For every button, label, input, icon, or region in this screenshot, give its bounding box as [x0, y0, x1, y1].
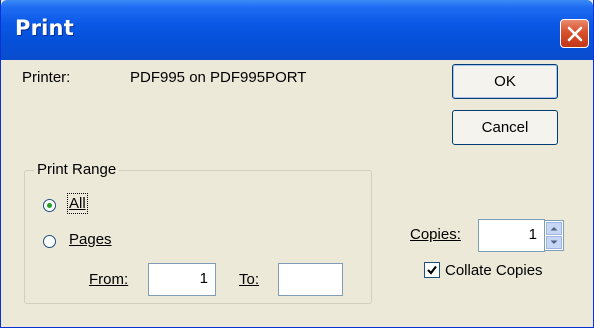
- to-label: To:: [239, 271, 259, 288]
- print-range-title: Print Range: [34, 161, 120, 178]
- title-bar[interactable]: Print: [1, 0, 593, 60]
- cancel-button-label: Cancel: [481, 119, 529, 136]
- to-input[interactable]: [278, 263, 343, 296]
- arrow-down-icon: [550, 240, 558, 244]
- copies-spinner[interactable]: [544, 220, 564, 251]
- from-label: From:: [89, 271, 128, 288]
- print-dialog: Print Printer: PDF995 on PDF995PORT OK C…: [0, 0, 594, 328]
- to-label-text: To:: [239, 271, 260, 288]
- spin-down-button[interactable]: [546, 236, 562, 249]
- pages-label-text: Pages: [69, 231, 112, 248]
- arrow-up-icon: [550, 227, 558, 231]
- ok-button-label: OK: [494, 73, 516, 90]
- all-radio-label[interactable]: All: [67, 193, 88, 214]
- collate-checkbox[interactable]: [424, 262, 440, 278]
- collate-label[interactable]: Collate Copies: [445, 262, 543, 279]
- copies-input[interactable]: 1: [478, 219, 545, 252]
- cancel-button[interactable]: Cancel: [452, 110, 558, 145]
- spin-up-button[interactable]: [546, 222, 562, 235]
- printer-name: PDF995 on PDF995PORT: [130, 69, 307, 86]
- copies-label-text: Copies:: [410, 226, 461, 243]
- pages-radio-label[interactable]: Pages: [69, 231, 112, 248]
- all-label-text: All: [69, 195, 86, 212]
- dialog-title: Print: [15, 16, 74, 40]
- from-label-text: From:: [89, 271, 129, 288]
- from-input[interactable]: 1: [148, 263, 216, 296]
- copies-label: Copies:: [410, 226, 461, 243]
- all-radio-dot: [47, 203, 52, 208]
- all-radio[interactable]: [43, 199, 56, 212]
- close-icon: [567, 26, 583, 42]
- ok-button[interactable]: OK: [452, 64, 558, 99]
- pages-radio[interactable]: [43, 235, 56, 248]
- close-button[interactable]: [560, 19, 589, 48]
- printer-label: Printer:: [22, 69, 71, 86]
- checkmark-icon: [427, 265, 437, 275]
